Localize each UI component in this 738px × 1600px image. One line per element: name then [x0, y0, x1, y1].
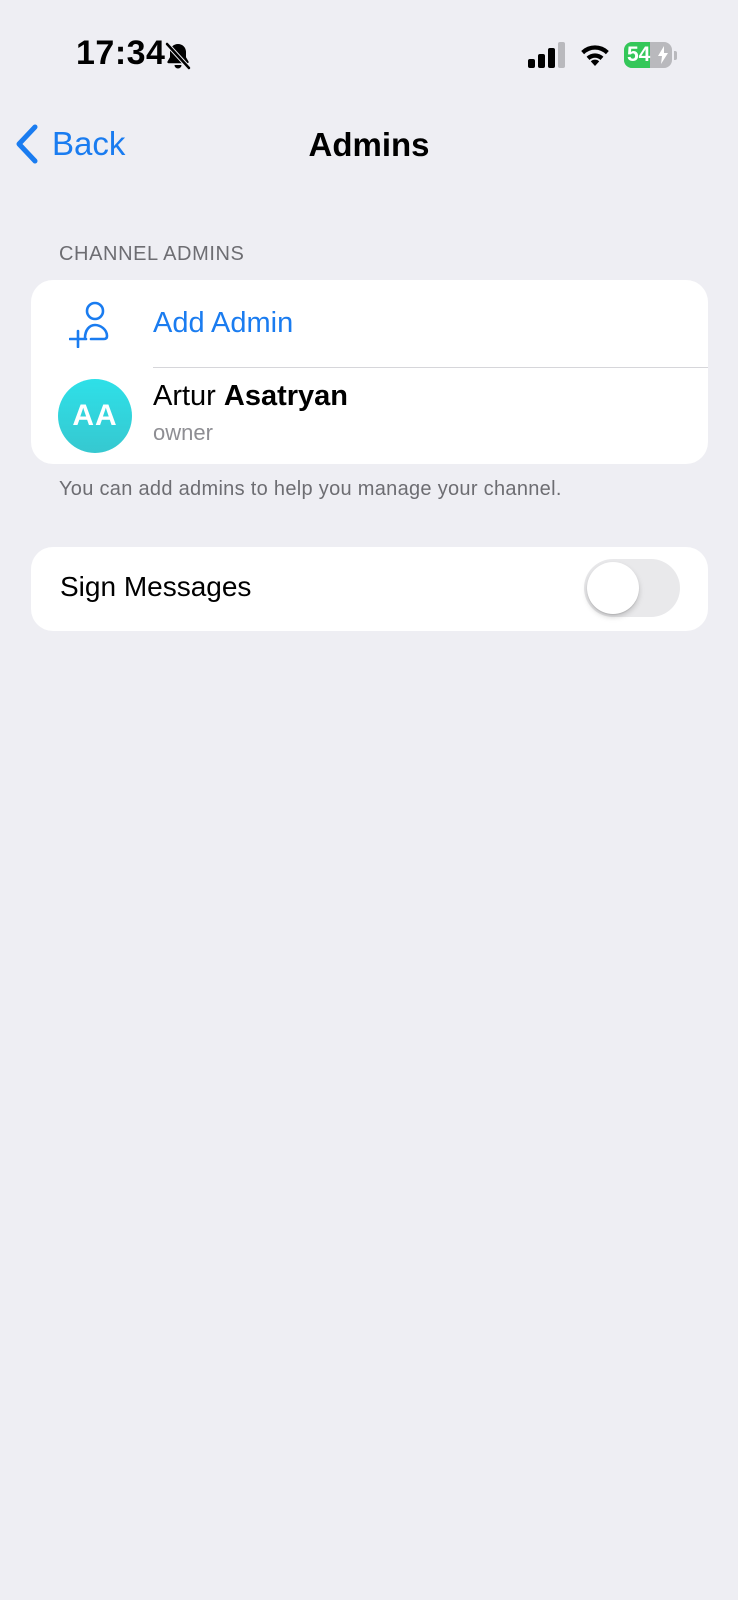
add-admin-button[interactable]: Add Admin: [31, 280, 708, 367]
page-title: Admins: [308, 126, 430, 163]
add-admin-label: Add Admin: [153, 307, 294, 339]
sign-messages-row: Sign Messages: [31, 547, 708, 631]
toggle-knob: [587, 562, 639, 614]
avatar: AA: [58, 379, 132, 453]
admin-first-name: Artur: [153, 380, 216, 412]
sign-messages-toggle[interactable]: [584, 559, 680, 617]
status-bar: 17:34 54: [0, 0, 738, 110]
admin-name: Artur Asatryan: [153, 380, 348, 413]
admins-screen: 17:34 54 Back Admins CHANNEL ADMINS Add …: [0, 0, 738, 1600]
admin-role: owner: [153, 420, 213, 445]
navigation-bar: Back Admins: [0, 110, 738, 176]
wifi-icon: [581, 45, 609, 66]
charging-bolt-icon: [658, 46, 668, 64]
channel-admins-header: CHANNEL ADMINS: [59, 243, 245, 265]
battery-indicator: 54: [624, 42, 677, 68]
cellular-signal-icon: [528, 42, 565, 68]
channel-admins-footer: You can add admins to help you manage yo…: [59, 478, 562, 500]
bell-slash-icon: [165, 42, 191, 70]
admin-row[interactable]: AA Artur Asatryan owner: [31, 368, 708, 464]
add-person-icon: [69, 301, 109, 348]
battery-level: 54: [627, 43, 651, 66]
admin-last-name: Asatryan: [223, 380, 349, 412]
sign-messages-label: Sign Messages: [60, 571, 252, 602]
channel-admins-list: Add Admin AA Artur Asatryan owner: [31, 280, 708, 464]
status-time: 17:34: [76, 34, 166, 72]
